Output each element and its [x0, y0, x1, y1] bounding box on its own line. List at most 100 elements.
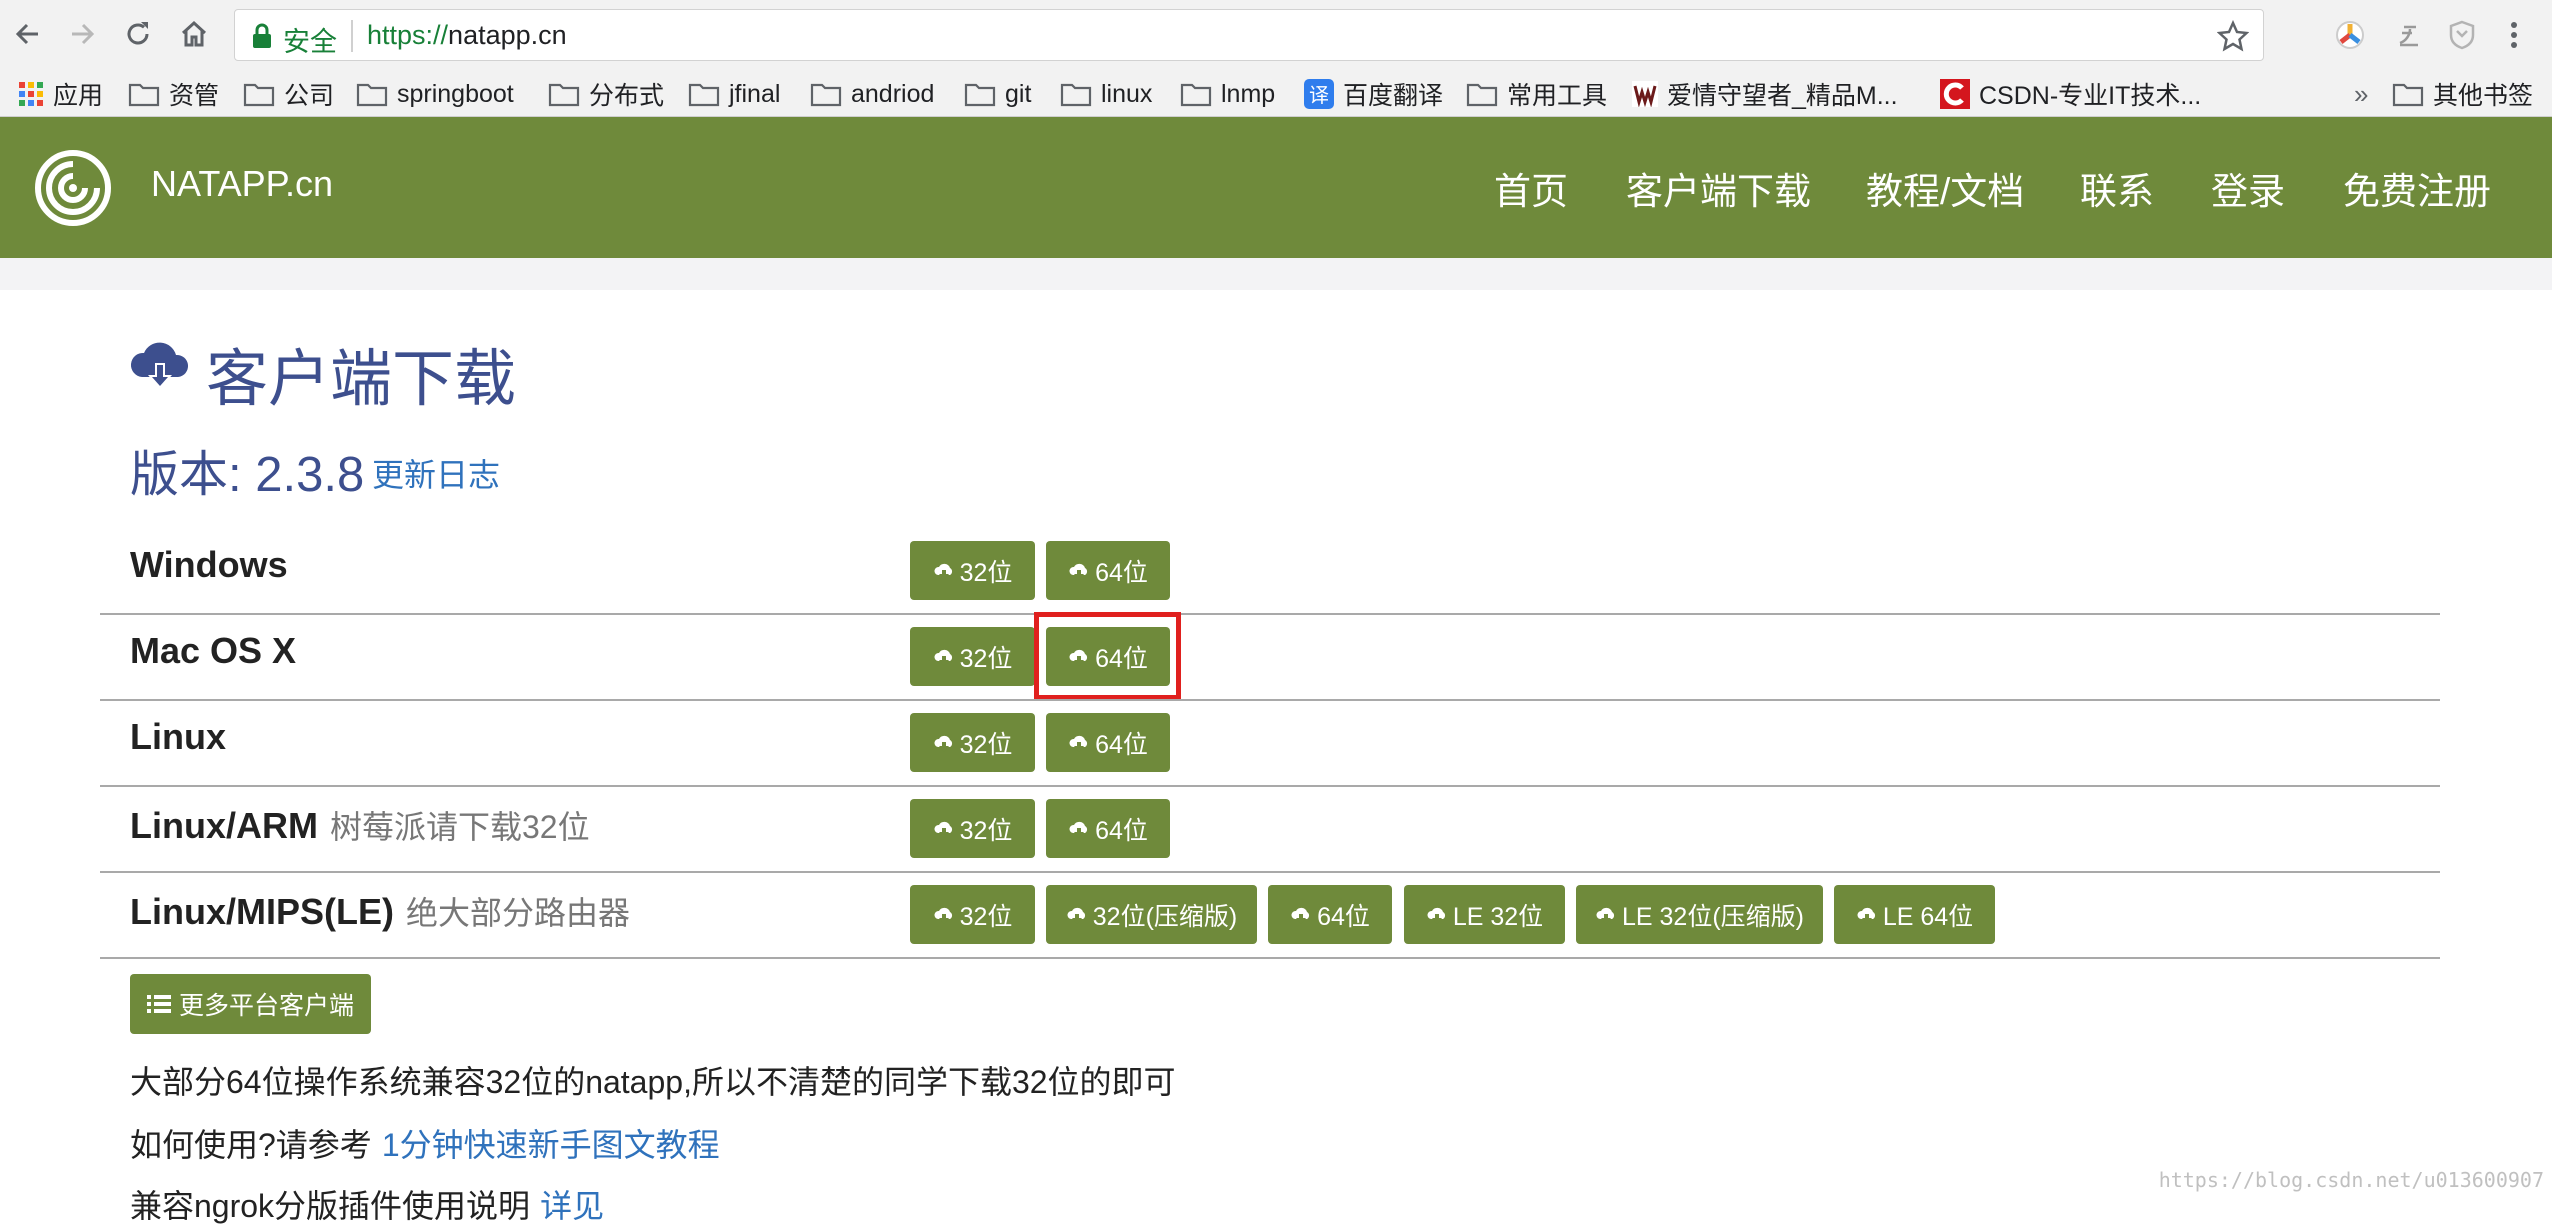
bookmark-apps[interactable]: 应用: [18, 71, 103, 117]
mips-le-32-compressed-download-button[interactable]: LE 32位(压缩版): [1576, 885, 1823, 944]
windows-64-download-button[interactable]: 64位: [1046, 541, 1170, 600]
plugin-details-link[interactable]: 详见: [540, 1188, 604, 1224]
folder-icon: [356, 83, 388, 107]
bookmark-folder[interactable]: lnmp: [1180, 71, 1275, 117]
folder-icon: [1180, 83, 1212, 107]
bookmark-label: 爱情守望者_精品M...: [1667, 82, 1898, 110]
bookmark-label: lnmp: [1221, 79, 1276, 108]
extension-button-1[interactable]: [2332, 17, 2368, 53]
back-button[interactable]: [8, 14, 48, 54]
address-bar[interactable]: 安全 https://natapp.cn: [234, 9, 2264, 61]
extension-button-3[interactable]: [2444, 17, 2480, 53]
apps-grid-icon: [19, 82, 43, 106]
cloud-download-icon: [934, 735, 952, 752]
mips-le-64-download-button[interactable]: LE 64位: [1834, 885, 1995, 944]
bookmark-folder[interactable]: 常用工具: [1466, 71, 1607, 117]
reload-button[interactable]: [118, 14, 158, 54]
mips-32-download-button[interactable]: 32位: [910, 885, 1035, 944]
bookmark-label: 公司: [284, 82, 335, 110]
nav-client-download[interactable]: 客户端下载: [1626, 161, 1811, 215]
platform-name: Linux/MIPS(LE): [130, 891, 394, 932]
url-text[interactable]: https://natapp.cn: [367, 20, 567, 51]
bookmark-label: linux: [1101, 79, 1153, 108]
home-button[interactable]: [174, 14, 214, 54]
page-title: 客户端下载: [206, 345, 517, 414]
omnibox-separator: [351, 20, 353, 52]
button-label: 32位: [959, 902, 1013, 931]
button-label: LE 64位: [1882, 902, 1974, 931]
cloud-download-icon: [934, 821, 952, 838]
button-label: 64位: [1095, 816, 1148, 845]
cloud-download-icon: [1069, 821, 1088, 838]
mac-32-download-button[interactable]: 32位: [910, 627, 1035, 686]
site-w-icon: [1632, 81, 1658, 107]
platform-name: Mac OS X: [130, 630, 297, 671]
nav-login[interactable]: 登录: [2211, 161, 2285, 215]
nav-docs[interactable]: 教程/文档: [1866, 161, 2024, 215]
platform-linux-arm-label: Linux/ARM 树莓派请下载32位: [130, 802, 590, 848]
highlight-box: [1034, 612, 1181, 700]
cloud-download-icon: [1857, 907, 1875, 924]
info-plugin-label: 兼容ngrok分版插件使用说明: [130, 1188, 531, 1224]
linux-arm-32-download-button[interactable]: 32位: [910, 799, 1035, 858]
more-platforms-button[interactable]: 更多平台客户端: [130, 974, 371, 1034]
platform-mac-label: Mac OS X: [130, 630, 296, 672]
row-divider: [100, 785, 2440, 787]
row-divider: [100, 613, 2440, 615]
bookmark-folder[interactable]: 公司: [243, 71, 334, 117]
bookmark-folder[interactable]: git: [964, 71, 1031, 117]
bookmark-label: andriod: [851, 79, 935, 108]
forward-button[interactable]: [62, 14, 102, 54]
nav-register[interactable]: 免费注册: [2343, 161, 2491, 215]
home-icon: [181, 20, 207, 47]
mips-le-32-download-button[interactable]: LE 32位: [1404, 885, 1565, 944]
linux-32-download-button[interactable]: 32位: [910, 713, 1035, 772]
linux-64-download-button[interactable]: 64位: [1046, 713, 1170, 772]
windows-32-download-button[interactable]: 32位: [910, 541, 1035, 600]
bookmark-folder[interactable]: andriod: [810, 71, 934, 117]
bookmark-folder[interactable]: linux: [1060, 71, 1152, 117]
secure-label: 安全: [283, 27, 337, 57]
mips-32-compressed-download-button[interactable]: 32位(压缩版): [1046, 885, 1257, 944]
folder-icon: [548, 83, 580, 107]
url-host: natapp.cn: [448, 20, 567, 50]
browser-toolbar: 安全 https://natapp.cn: [0, 0, 2552, 71]
bookmark-other[interactable]: 其他书签: [2392, 71, 2533, 117]
natapp-logo-icon[interactable]: [34, 149, 112, 227]
bookmark-folder[interactable]: 资管: [128, 71, 219, 117]
platform-note: 树莓派请下载32位: [329, 809, 590, 845]
cloud-download-icon: [1427, 907, 1445, 924]
folder-icon: [243, 83, 275, 107]
linux-arm-64-download-button[interactable]: 64位: [1046, 799, 1170, 858]
bookmark-site-w[interactable]: 爱情守望者_精品M...: [1632, 71, 1898, 117]
cloud-download-icon: [934, 907, 952, 924]
list-icon: [146, 995, 171, 1013]
arrow-left-icon: [15, 23, 38, 45]
bookmark-label: springboot: [397, 79, 514, 108]
folder-icon: [2392, 83, 2424, 107]
bookmark-csdn[interactable]: CSDN-专业IT技术...: [1940, 71, 2201, 117]
kebab-menu-icon: [2511, 22, 2517, 48]
extension-button-2[interactable]: [2390, 17, 2426, 53]
platform-note: 绝大部分路由器: [406, 895, 631, 931]
extension-colorful-icon: [2336, 21, 2364, 49]
bookmark-folder[interactable]: jfinal: [688, 71, 780, 117]
nav-home[interactable]: 首页: [1494, 161, 1568, 215]
cloud-download-icon: [934, 649, 952, 666]
button-label: 32位: [959, 730, 1013, 759]
svg-text:译: 译: [1309, 83, 1329, 107]
bookmark-folder[interactable]: 分布式: [548, 71, 664, 117]
brand-name[interactable]: NATAPP.cn: [151, 163, 333, 205]
browser-menu-button[interactable]: [2496, 17, 2532, 53]
nav-contact[interactable]: 联系: [2080, 161, 2154, 215]
bookmarks-overflow-button[interactable]: »: [2354, 71, 2368, 117]
tutorial-link[interactable]: 1分钟快速新手图文教程: [382, 1127, 720, 1163]
bookmark-star-icon[interactable]: [2217, 20, 2249, 52]
bookmark-baidu-translate[interactable]: 译 百度翻译: [1304, 71, 1443, 117]
bookmark-label: 其他书签: [2433, 82, 2534, 110]
bookmark-label: 资管: [169, 82, 220, 110]
bookmark-folder[interactable]: springboot: [356, 71, 514, 117]
changelog-link[interactable]: 更新日志: [372, 450, 500, 496]
mips-64-download-button[interactable]: 64位: [1268, 885, 1392, 944]
cloud-download-icon: [1069, 563, 1088, 580]
